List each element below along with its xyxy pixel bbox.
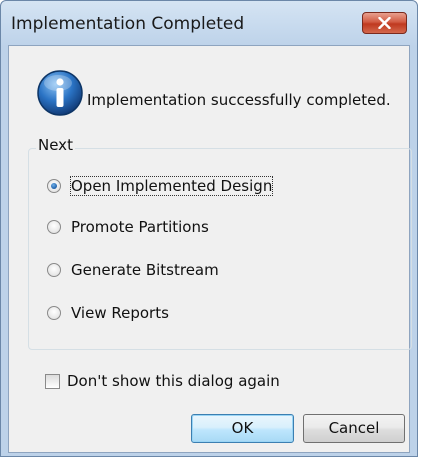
next-group-label: Next: [36, 136, 75, 154]
close-button[interactable]: [362, 12, 407, 34]
option-label[interactable]: View Reports: [71, 304, 169, 322]
title-bar[interactable]: Implementation Completed: [1, 1, 417, 45]
dont-show-again-checkbox[interactable]: [45, 374, 60, 389]
information-icon: [37, 70, 83, 116]
radio-button[interactable]: [47, 263, 61, 277]
completion-message: Implementation successfully completed.: [87, 91, 391, 109]
dialog-window: Implementation Completed Implementation …: [0, 0, 418, 457]
option-label[interactable]: Open Implemented Design: [69, 176, 274, 196]
close-icon: [378, 17, 391, 29]
dont-show-again-label[interactable]: Don't show this dialog again: [67, 372, 280, 390]
radio-button[interactable]: [47, 306, 61, 320]
window-title: Implementation Completed: [11, 14, 245, 34]
dialog-body: Implementation successfully completed. N…: [8, 45, 412, 453]
radio-button[interactable]: [47, 220, 61, 234]
ok-button[interactable]: OK: [191, 414, 294, 443]
cancel-button[interactable]: Cancel: [303, 414, 405, 443]
radio-button[interactable]: [47, 179, 61, 193]
option-label[interactable]: Generate Bitstream: [71, 261, 219, 279]
option-label[interactable]: Promote Partitions: [71, 218, 209, 236]
